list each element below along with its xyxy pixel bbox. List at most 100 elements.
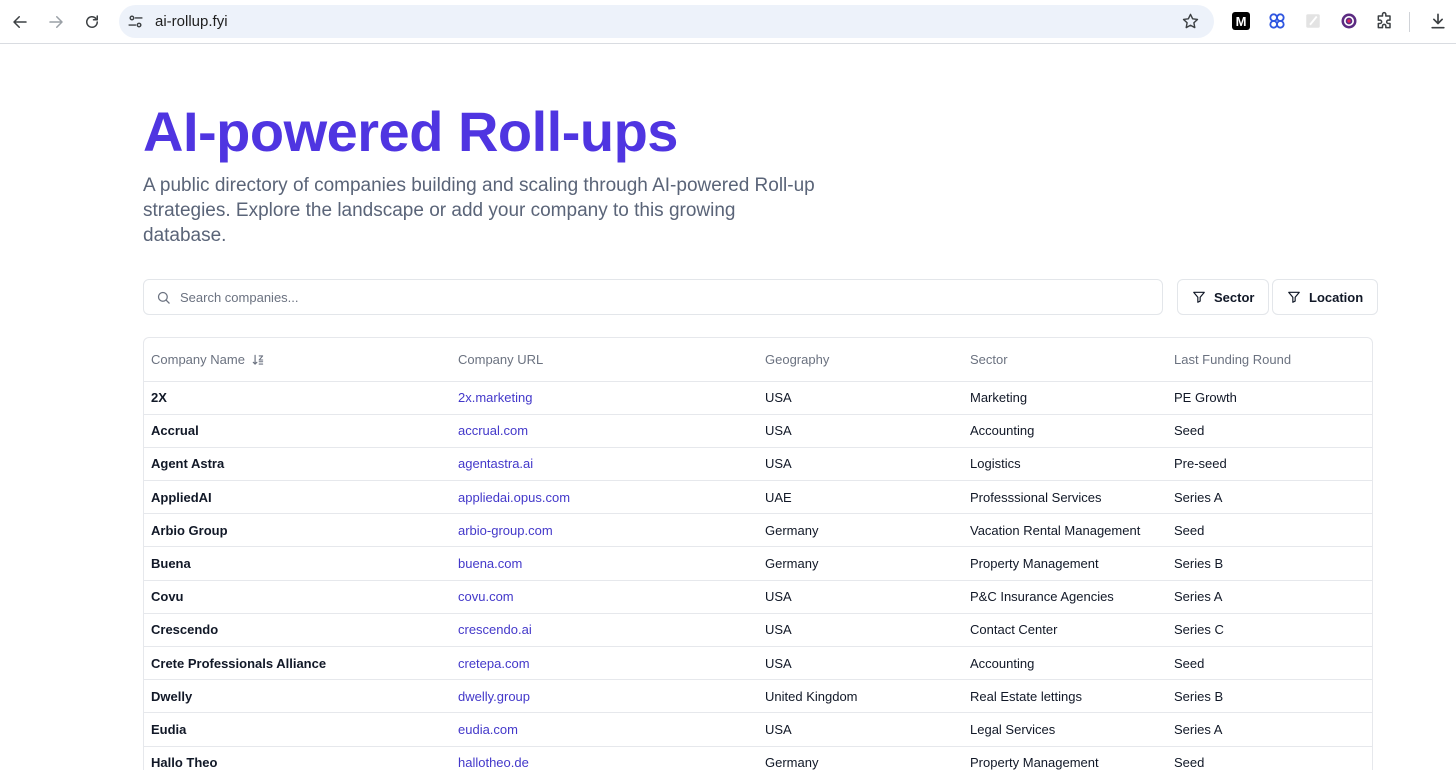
table-row: Eudia eudia.com USA Legal Services Serie… <box>144 712 1372 747</box>
company-geography: Germany <box>758 746 963 770</box>
column-header-company-name[interactable]: Company Name <box>144 338 451 382</box>
company-funding: Series B <box>1167 546 1372 581</box>
company-name: 2X <box>144 381 451 415</box>
extension-profile-icon[interactable] <box>1339 11 1359 31</box>
table-row: Crete Professionals Alliance cretepa.com… <box>144 646 1372 681</box>
company-geography: USA <box>758 712 963 747</box>
table-row: Hallo Theo hallotheo.de Germany Property… <box>144 746 1372 770</box>
company-geography: USA <box>758 381 963 415</box>
company-geography: USA <box>758 646 963 681</box>
table-row: Dwelly dwelly.group United Kingdom Real … <box>144 679 1372 714</box>
column-header-company-url: Company URL <box>451 338 758 382</box>
company-sector: Legal Services <box>963 712 1167 747</box>
arrow-left-icon <box>13 16 27 28</box>
table-row: Buena buena.com Germany Property Managem… <box>144 546 1372 581</box>
company-url-link[interactable]: hallotheo.de <box>458 755 529 770</box>
extensions-puzzle-icon[interactable] <box>1375 11 1395 31</box>
company-funding: Series A <box>1167 480 1372 515</box>
company-url-link[interactable]: accrual.com <box>458 423 528 438</box>
reload-icon <box>86 15 98 28</box>
download-icon[interactable] <box>1428 11 1448 31</box>
address-bar[interactable]: ai-rollup.fyi <box>119 5 1214 38</box>
table-row: Crescendo crescendo.ai USA Contact Cente… <box>144 613 1372 648</box>
sector-filter-label: Sector <box>1214 289 1255 305</box>
company-name: Buena <box>144 546 451 581</box>
company-url-link[interactable]: dwelly.group <box>458 689 530 704</box>
extension-gray-icon[interactable] <box>1303 11 1323 31</box>
company-url-link[interactable]: appliedai.opus.com <box>458 490 570 505</box>
company-name: Crete Professionals Alliance <box>144 646 451 681</box>
arrow-right-icon <box>49 16 63 28</box>
company-sector: Vacation Rental Management <box>963 513 1167 548</box>
sector-filter-button[interactable]: Sector <box>1177 279 1270 315</box>
company-name: Accrual <box>144 414 451 448</box>
toolbar-separator <box>1409 12 1410 32</box>
company-name: AppliedAI <box>144 480 451 515</box>
location-filter-label: Location <box>1309 289 1364 305</box>
back-button[interactable] <box>7 9 33 35</box>
search-icon <box>157 291 170 304</box>
company-name: Agent Astra <box>144 447 451 482</box>
company-sector: Accounting <box>963 414 1167 448</box>
company-geography: USA <box>758 414 963 448</box>
company-funding: Seed <box>1167 746 1372 770</box>
company-url-link[interactable]: 2x.marketing <box>458 390 532 405</box>
company-url-link[interactable]: crescendo.ai <box>458 622 532 637</box>
site-settings-icon[interactable] <box>127 13 144 30</box>
location-filter-button[interactable]: Location <box>1272 279 1379 315</box>
company-geography: USA <box>758 580 963 614</box>
company-sector: P&C Insurance Agencies <box>963 580 1167 614</box>
page-subtitle: A public directory of companies building… <box>143 175 815 246</box>
company-geography: USA <box>758 447 963 482</box>
company-sector: Marketing <box>963 381 1167 415</box>
company-funding: Seed <box>1167 646 1372 681</box>
company-url-link[interactable]: arbio-group.com <box>458 523 553 538</box>
table-row: Arbio Group arbio-group.com Germany Vaca… <box>144 513 1372 548</box>
extension-knot-icon[interactable] <box>1267 11 1287 31</box>
company-name: Eudia <box>144 712 451 747</box>
table-row: Covu covu.com USA P&C Insurance Agencies… <box>144 580 1372 614</box>
company-url-link[interactable]: covu.com <box>458 589 514 604</box>
company-name: Crescendo <box>144 613 451 648</box>
company-funding: PE Growth <box>1167 381 1372 415</box>
company-funding: Seed <box>1167 513 1372 548</box>
company-url-link[interactable]: buena.com <box>458 556 522 571</box>
company-name: Arbio Group <box>144 513 451 548</box>
reload-button[interactable] <box>79 9 105 35</box>
table-row: AppliedAI appliedai.opus.com UAE Profess… <box>144 480 1372 515</box>
company-funding: Series A <box>1167 712 1372 747</box>
company-url-link[interactable]: eudia.com <box>458 722 518 737</box>
company-funding: Pre-seed <box>1167 447 1372 482</box>
search-input[interactable] <box>180 280 1140 314</box>
bookmark-star-icon[interactable] <box>1181 12 1200 31</box>
company-funding: Seed <box>1167 414 1372 448</box>
sort-icon[interactable] <box>251 353 265 367</box>
table-row: Agent Astra agentastra.ai USA Logistics … <box>144 447 1372 482</box>
company-funding: Series A <box>1167 580 1372 614</box>
browser-toolbar: ai-rollup.fyi M <box>0 0 1456 44</box>
company-sector: Property Management <box>963 746 1167 770</box>
table-row: Accrual accrual.com USA Accounting Seed <box>144 414 1372 448</box>
company-sector: Contact Center <box>963 613 1167 648</box>
company-funding: Series C <box>1167 613 1372 648</box>
page-title: AI-powered Roll-ups <box>143 100 678 163</box>
forward-button[interactable] <box>43 9 69 35</box>
medium-extension-icon[interactable]: M <box>1232 12 1250 30</box>
company-sector: Professsional Services <box>963 480 1167 515</box>
column-header-sector: Sector <box>963 338 1167 382</box>
company-sector: Logistics <box>963 447 1167 482</box>
filter-icon <box>1288 291 1300 303</box>
search-box[interactable] <box>143 279 1163 315</box>
filter-icon <box>1193 291 1205 303</box>
company-geography: UAE <box>758 480 963 515</box>
companies-table: Company Name Company URL Geography Secto… <box>143 337 1373 770</box>
company-name: Hallo Theo <box>144 746 451 770</box>
company-url-link[interactable]: agentastra.ai <box>458 456 533 471</box>
company-name: Dwelly <box>144 679 451 714</box>
company-name: Covu <box>144 580 451 614</box>
table-header-row: Company Name Company URL Geography Secto… <box>144 338 1372 382</box>
address-url[interactable]: ai-rollup.fyi <box>155 13 228 30</box>
company-geography: Germany <box>758 546 963 581</box>
company-geography: USA <box>758 613 963 648</box>
company-url-link[interactable]: cretepa.com <box>458 656 530 671</box>
